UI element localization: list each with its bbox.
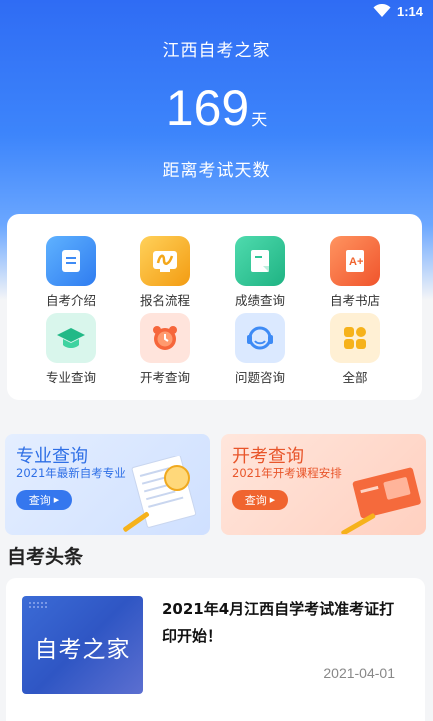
- promo-subtitle: 2021年开考课程安排: [232, 466, 342, 480]
- exam-ticket-illustration: [341, 467, 421, 534]
- menu-item-intro[interactable]: 自考介绍: [26, 236, 116, 309]
- menu-label: 问题咨询: [234, 370, 285, 385]
- countdown-days: 169: [165, 80, 250, 136]
- app-title: 江西自考之家: [162, 41, 271, 61]
- menu-label: 自考书店: [329, 293, 380, 308]
- news-thumbnail: 自考之家: [22, 596, 143, 694]
- document-icon: [46, 236, 96, 286]
- menu-label: 开考查询: [139, 370, 190, 385]
- score-icon: [235, 236, 285, 286]
- promo-button-label: 查询: [244, 494, 267, 507]
- menu-label: 专业查询: [45, 370, 96, 385]
- news-thumbnail-text: 自考之家: [34, 637, 131, 663]
- menu-label: 自考介绍: [45, 293, 96, 308]
- section-title-news: 自考头条: [7, 546, 84, 568]
- promo-exam-button[interactable]: 查询 ▶: [232, 490, 288, 510]
- promo-button-label: 查询: [28, 494, 51, 507]
- menu-item-registration[interactable]: 报名流程: [120, 236, 210, 309]
- news-item[interactable]: 自考之家 2021年4月江西自学考试准考证打印开始！ 2021-04-01: [6, 578, 425, 721]
- process-icon: [140, 236, 190, 286]
- status-bar: 1:14: [373, 2, 423, 20]
- wifi-icon: [373, 4, 391, 17]
- promo-subtitle: 2021年最新自考专业: [16, 466, 126, 480]
- graduation-cap-icon: [46, 313, 96, 363]
- promo-majors[interactable]: 专业查询 2021年最新自考专业 查询 ▶: [5, 434, 210, 535]
- menu-item-all[interactable]: 全部: [310, 313, 400, 386]
- menu-item-bookstore[interactable]: A+ 自考书店: [310, 236, 400, 309]
- headset-icon: [235, 313, 285, 363]
- countdown-caption: 距离考试天数: [162, 161, 271, 181]
- play-arrow-icon: ▶: [53, 496, 60, 504]
- exam-paper-illustration: [123, 456, 197, 532]
- news-date: 2021-04-01: [323, 665, 395, 681]
- menu-item-consult[interactable]: 问题咨询: [215, 313, 305, 386]
- play-arrow-icon: ▶: [269, 496, 276, 504]
- menu-card: 自考介绍 报名流程 成绩查询 A+ 自考书店 专业查询 开考查询 问题咨询 全部: [7, 214, 422, 400]
- countdown-unit: 天: [251, 110, 268, 129]
- menu-item-majors[interactable]: 专业查询: [26, 313, 116, 386]
- countdown: 169 天: [0, 78, 433, 138]
- news-title[interactable]: 2021年4月江西自学考试准考证打印开始！: [162, 596, 402, 650]
- menu-label: 全部: [342, 370, 368, 385]
- status-time: 1:14: [396, 3, 423, 19]
- promo-majors-button[interactable]: 查询 ▶: [16, 490, 72, 510]
- dot-pattern: [29, 602, 47, 608]
- promo-exam-schedule[interactable]: 开考查询 2021年开考课程安排 查询 ▶: [221, 434, 426, 535]
- grid-icon: [330, 313, 380, 363]
- book-icon: A+: [330, 236, 380, 286]
- alarm-clock-icon: [140, 313, 190, 363]
- menu-label: 报名流程: [139, 293, 190, 308]
- menu-item-scores[interactable]: 成绩查询: [215, 236, 305, 309]
- svg-text:A+: A+: [349, 256, 363, 268]
- menu-item-exam-schedule[interactable]: 开考查询: [120, 313, 210, 386]
- menu-label: 成绩查询: [234, 293, 285, 308]
